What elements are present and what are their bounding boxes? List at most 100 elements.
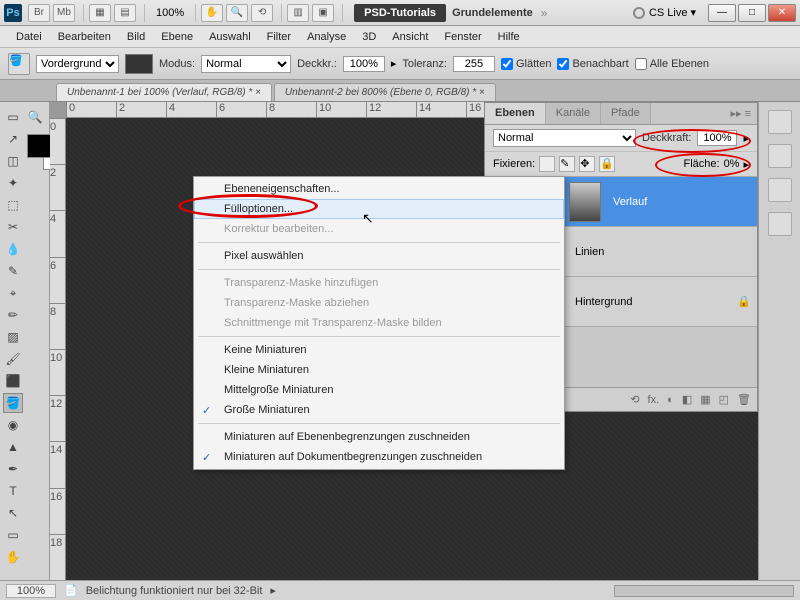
menu-auswahl[interactable]: Auswahl — [201, 29, 259, 45]
tab-paths[interactable]: Pfade — [601, 103, 651, 124]
bridge-button[interactable]: Br — [28, 4, 50, 22]
rotate-icon[interactable]: ⟲ — [251, 4, 273, 22]
minimize-button[interactable]: — — [708, 4, 736, 22]
tool-20[interactable]: ✋ — [3, 547, 23, 567]
layer-blend-select[interactable]: Normal — [493, 129, 636, 147]
status-zoom[interactable]: 100% — [6, 584, 56, 598]
layer-name[interactable]: Linien — [569, 246, 757, 258]
tool-15[interactable]: ▲ — [3, 437, 23, 457]
tool-7[interactable]: ✎ — [3, 261, 23, 281]
context-item[interactable]: ✓Miniaturen auf Dokumentbegrenzungen zus… — [194, 447, 564, 467]
menu-fenster[interactable]: Fenster — [436, 29, 489, 45]
cs-live-button[interactable]: CS Live ▾ — [633, 6, 696, 19]
tool-2[interactable]: ◫ — [3, 151, 23, 171]
lock-position-icon[interactable]: ✥ — [579, 156, 595, 172]
tool-6[interactable]: 💧 — [3, 239, 23, 259]
close-button[interactable]: ✕ — [768, 4, 796, 22]
tool-21[interactable]: 🔍 — [25, 107, 45, 127]
layer-name[interactable]: Verlauf — [607, 196, 757, 208]
menu-datei[interactable]: Datei — [8, 29, 50, 45]
fill-value[interactable]: 0% — [724, 158, 740, 170]
panel-action-icon[interactable]: fx. — [648, 394, 660, 406]
hand-icon[interactable]: ✋ — [201, 4, 223, 22]
workspace-name[interactable]: Grundelemente — [452, 7, 533, 19]
view-extras-icon[interactable]: ▦ — [89, 4, 111, 22]
document-tab[interactable]: Unbenannt-2 bei 800% (Ebene 0, RGB/8) * … — [274, 83, 496, 101]
panel-action-icon[interactable]: ⟲ — [630, 393, 639, 406]
layer-opacity-label: Deckkraft: — [642, 132, 692, 144]
pattern-swatch[interactable] — [125, 54, 153, 74]
tool-11[interactable]: 🖌 — [3, 349, 23, 369]
tool-1[interactable]: ↗ — [3, 129, 23, 149]
context-item[interactable]: Fülloptionen... — [194, 199, 564, 219]
tool-10[interactable]: ▨ — [3, 327, 23, 347]
menu-hilfe[interactable]: Hilfe — [490, 29, 528, 45]
tool-13[interactable]: 🪣 — [3, 393, 23, 413]
tool-12[interactable]: ⬛ — [3, 371, 23, 391]
layer-opacity-value[interactable]: 100% — [697, 130, 737, 146]
horizontal-scrollbar[interactable] — [614, 585, 794, 597]
tool-8[interactable]: ⌖ — [3, 283, 23, 303]
adjustments-panel-icon[interactable] — [768, 178, 792, 202]
layer-mask-thumbnail[interactable] — [569, 182, 601, 222]
tab-layers[interactable]: Ebenen — [485, 103, 546, 124]
tool-0[interactable]: ▭ — [3, 107, 23, 127]
context-item[interactable]: Pixel auswählen — [194, 246, 564, 266]
minibridge-button[interactable]: Mb — [53, 4, 75, 22]
panel-action-icon[interactable]: ◐ — [667, 394, 674, 406]
chevron-right-icon[interactable]: » — [541, 6, 548, 20]
tool-18[interactable]: ↖ — [3, 503, 23, 523]
workspace-badge[interactable]: PSD-Tutorials — [354, 4, 446, 22]
context-item[interactable]: Keine Miniaturen — [194, 340, 564, 360]
context-item[interactable]: Mittelgroße Miniaturen — [194, 380, 564, 400]
screen-mode-icon[interactable]: ▣ — [312, 4, 334, 22]
panel-action-icon[interactable]: 🗑 — [737, 393, 751, 406]
tool-3[interactable]: ✦ — [3, 173, 23, 193]
antialias-checkbox[interactable]: Glätten — [501, 58, 551, 70]
lock-transparency-icon[interactable] — [539, 156, 555, 172]
context-item[interactable]: Ebeneneigenschaften... — [194, 179, 564, 199]
menu-bearbeiten[interactable]: Bearbeiten — [50, 29, 119, 45]
view-grid-icon[interactable]: ▤ — [114, 4, 136, 22]
lock-pixels-icon[interactable]: ✎ — [559, 156, 575, 172]
zoom-icon[interactable]: 🔍 — [226, 4, 248, 22]
contiguous-checkbox[interactable]: Benachbart — [557, 58, 628, 70]
tolerance-value[interactable]: 255 — [453, 56, 495, 72]
context-item[interactable]: Miniaturen auf Ebenenbegrenzungen zuschn… — [194, 427, 564, 447]
blend-mode-select[interactable]: Normal — [201, 55, 291, 73]
layer-name[interactable]: Hintergrund — [569, 296, 737, 308]
active-tool-icon[interactable]: 🪣 — [8, 53, 30, 75]
menu-ebene[interactable]: Ebene — [153, 29, 201, 45]
menu-3d[interactable]: 3D — [354, 29, 384, 45]
tool-14[interactable]: ◉ — [3, 415, 23, 435]
lock-all-icon[interactable]: 🔒 — [599, 156, 615, 172]
tool-5[interactable]: ✂ — [3, 217, 23, 237]
fill-source-select[interactable]: Vordergrund — [36, 55, 119, 73]
tool-19[interactable]: ▭ — [3, 525, 23, 545]
panel-action-icon[interactable]: ◰ — [719, 393, 729, 406]
tool-4[interactable]: ⬚ — [3, 195, 23, 215]
context-item[interactable]: Kleine Miniaturen — [194, 360, 564, 380]
opacity-value[interactable]: 100% — [343, 56, 385, 72]
menu-bild[interactable]: Bild — [119, 29, 153, 45]
tool-9[interactable]: ✏ — [3, 305, 23, 325]
tab-channels[interactable]: Kanäle — [546, 103, 601, 124]
color-panel-icon[interactable] — [768, 110, 792, 134]
menu-analyse[interactable]: Analyse — [299, 29, 354, 45]
all-layers-checkbox[interactable]: Alle Ebenen — [635, 58, 709, 70]
panel-menu-icon[interactable]: ▸▸ ≡ — [724, 103, 757, 124]
swatches-panel-icon[interactable] — [768, 144, 792, 168]
arrange-icon[interactable]: ▥ — [287, 4, 309, 22]
context-item: Transparenz-Maske hinzufügen — [194, 273, 564, 293]
document-tab[interactable]: Unbenannt-1 bei 100% (Verlauf, RGB/8) * … — [56, 83, 272, 101]
panel-action-icon[interactable]: ▦ — [700, 393, 710, 406]
layers-panel-icon[interactable] — [768, 212, 792, 236]
context-item[interactable]: ✓Große Miniaturen — [194, 400, 564, 420]
tool-16[interactable]: ✒ — [3, 459, 23, 479]
panel-action-icon[interactable]: ◧ — [682, 393, 692, 406]
menu-filter[interactable]: Filter — [259, 29, 299, 45]
maximize-button[interactable]: □ — [738, 4, 766, 22]
menu-ansicht[interactable]: Ansicht — [384, 29, 436, 45]
tool-17[interactable]: T — [3, 481, 23, 501]
zoom-indicator[interactable]: 100% — [150, 7, 190, 19]
